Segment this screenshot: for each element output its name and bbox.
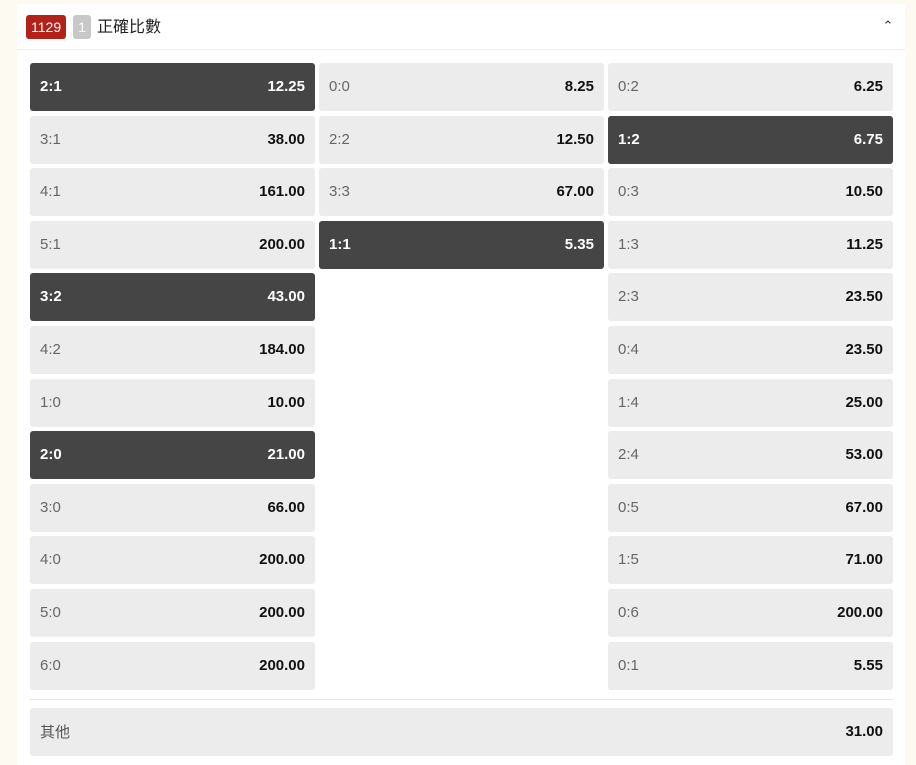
score-label: 0:6 [618,603,639,621]
odds-value: 184.00 [259,340,305,358]
odds-value: 200.00 [259,551,305,569]
odds-value: 25.00 [845,393,883,411]
score-option-button[interactable]: 1:0 10.00 [30,378,315,427]
odds-value: 200.00 [837,603,883,621]
odds-value: 21.00 [267,446,305,464]
score-label: 6:0 [40,656,61,674]
correct-score-panel: 1129 1 正確比數 ⌃ 2:1 12.25 3:1 38.00 4:1 161.00 5… [17,4,905,765]
draw-column: 0:0 8.25 2:2 12.50 3:3 67.00 1:1 5.35 [319,63,604,273]
odds-value: 43.00 [267,288,305,306]
score-option-button[interactable]: 0:2 6.25 [608,63,893,111]
score-label: 5:0 [40,603,61,621]
score-option-button[interactable]: 0:6 200.00 [608,588,893,637]
score-option-button[interactable]: 3:2 43.00 [30,273,315,322]
score-label: 2:3 [618,288,639,306]
odds-value: 10.50 [845,183,883,201]
score-label: 1:1 [329,235,351,253]
score-option-button[interactable]: 1:3 11.25 [608,220,893,269]
odds-value: 200.00 [259,235,305,253]
score-option-button[interactable]: 0:1 5.55 [608,641,893,690]
score-option-button[interactable]: 0:4 23.50 [608,325,893,374]
score-label: 3:3 [329,183,350,201]
score-option-button[interactable]: 4:2 184.00 [30,325,315,374]
odds-value: 66.00 [267,498,305,516]
panel-header[interactable]: 1129 1 正確比數 ⌃ [17,4,905,50]
score-option-button[interactable]: 3:3 67.00 [319,168,604,217]
score-option-button[interactable]: 5:0 200.00 [30,588,315,637]
score-label: 2:2 [329,130,350,148]
other-odds: 31.00 [845,723,883,740]
match-id-badge: 1129 [26,15,67,39]
score-option-button[interactable]: 2:0 21.00 [30,431,315,480]
odds-value: 5.55 [853,656,883,674]
score-label: 0:5 [618,498,639,516]
odds-value: 6.25 [853,78,883,95]
away-win-column: 0:2 6.25 1:2 6.75 0:3 10.50 1:3 11.25 2:3 23.50 0:… [608,63,893,694]
divider [30,699,893,700]
score-label: 4:1 [40,183,61,201]
score-option-button[interactable]: 3:1 38.00 [30,115,315,164]
score-label: 1:5 [618,551,639,569]
score-label: 1:3 [618,235,639,253]
score-label: 4:2 [40,340,61,358]
chevron-up-icon[interactable]: ⌃ [879,16,897,36]
score-option-button[interactable]: 5:1 200.00 [30,220,315,269]
odds-value: 38.00 [267,130,305,148]
score-label: 5:1 [40,235,61,253]
score-label: 4:0 [40,551,61,569]
score-option-button[interactable]: 4:1 161.00 [30,168,315,217]
score-option-button[interactable]: 2:4 53.00 [608,431,893,480]
score-label: 3:1 [40,130,61,148]
score-option-button[interactable]: 3:0 66.00 [30,483,315,532]
score-label: 3:0 [40,498,61,516]
odds-value: 67.00 [845,498,883,516]
score-option-button[interactable]: 0:3 10.50 [608,168,893,217]
score-option-button[interactable]: 1:2 6.75 [608,115,893,164]
odds-value: 12.25 [267,78,305,95]
other-score-button[interactable]: 其他 31.00 [30,708,893,756]
score-label: 1:4 [618,393,639,411]
score-option-button[interactable]: 1:4 25.00 [608,378,893,427]
score-label: 1:0 [40,393,61,411]
odds-value: 23.50 [845,288,883,306]
other-label: 其他 [40,723,71,741]
odds-value: 10.00 [267,393,305,411]
score-label: 2:0 [40,446,62,464]
score-grid: 2:1 12.25 3:1 38.00 4:1 161.00 5:1 200.00 3:2 43.… [30,63,893,690]
score-label: 0:0 [329,78,350,95]
market-title: 正確比數 [97,17,162,36]
score-option-button[interactable]: 1:1 5.35 [319,220,604,269]
score-option-button[interactable]: 0:5 67.00 [608,483,893,532]
odds-value: 67.00 [556,183,594,201]
score-label: 0:3 [618,183,639,201]
odds-value: 6.75 [853,130,883,148]
score-label: 0:4 [618,340,639,358]
score-label: 0:1 [618,656,639,674]
score-label: 0:2 [618,78,639,95]
score-label: 1:2 [618,130,640,148]
odds-value: 200.00 [259,656,305,674]
score-option-button[interactable]: 4:0 200.00 [30,536,315,585]
odds-value: 5.35 [564,235,594,253]
score-option-button[interactable]: 1:5 71.00 [608,536,893,585]
score-label: 2:4 [618,446,639,464]
odds-value: 12.50 [556,130,594,148]
odds-value: 53.00 [845,446,883,464]
odds-value: 8.25 [564,78,594,95]
score-option-button[interactable]: 2:2 12.50 [319,115,604,164]
score-label: 2:1 [40,78,62,95]
odds-value: 200.00 [259,603,305,621]
home-win-column: 2:1 12.25 3:1 38.00 4:1 161.00 5:1 200.00 3:2 43.… [30,63,315,694]
odds-value: 71.00 [845,551,883,569]
odds-value: 23.50 [845,340,883,358]
odds-value: 11.25 [846,235,883,253]
score-option-button[interactable]: 2:1 12.25 [30,63,315,111]
score-option-button[interactable]: 2:3 23.50 [608,273,893,322]
score-option-button[interactable]: 0:0 8.25 [319,63,604,111]
odds-value: 161.00 [259,183,305,201]
score-option-button[interactable]: 6:0 200.00 [30,641,315,690]
score-label: 3:2 [40,288,62,306]
selection-count-badge: 1 [73,15,91,39]
